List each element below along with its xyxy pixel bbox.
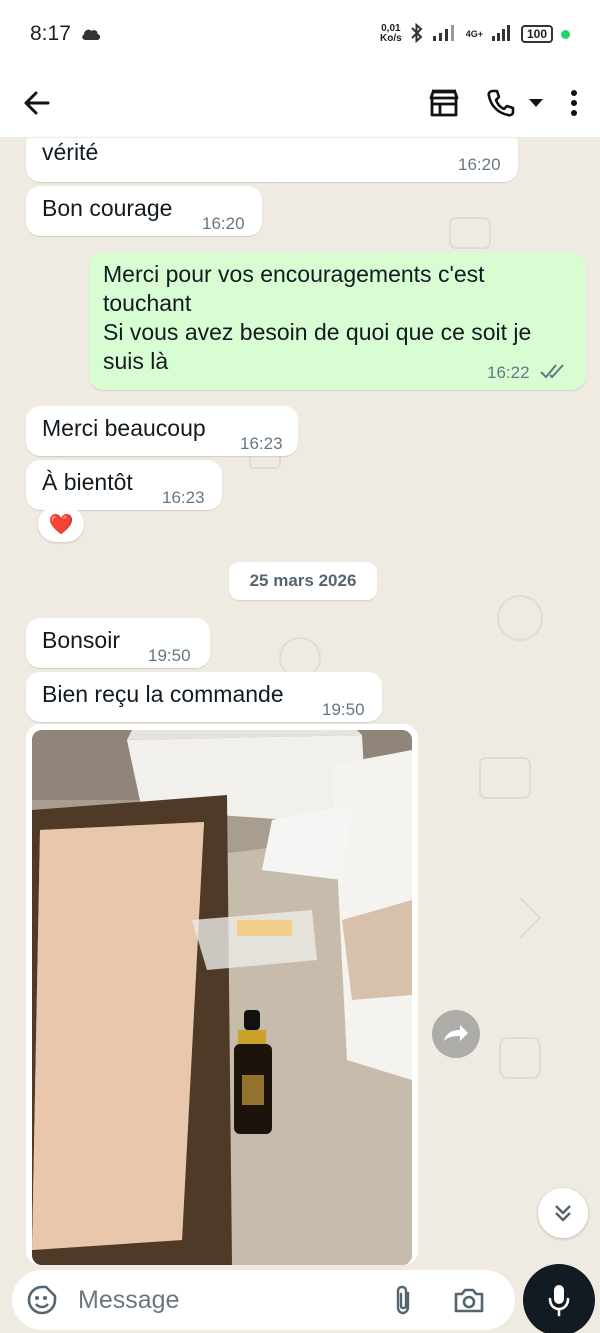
message-time: 16:20	[202, 214, 245, 233]
scroll-to-bottom-button[interactable]	[538, 1188, 588, 1238]
message-text: À bientôt	[42, 469, 133, 495]
photo-content[interactable]	[32, 730, 412, 1265]
chat-header	[0, 68, 600, 138]
arrow-left-icon[interactable]	[22, 88, 52, 118]
microphone-button[interactable]	[523, 1264, 595, 1333]
message-line: touchant	[103, 290, 192, 316]
net-speed: 0,01 Ko/s	[380, 24, 402, 44]
caret-down-icon[interactable]	[528, 98, 544, 108]
message-time: 16:20	[458, 155, 501, 174]
image-message[interactable]	[26, 724, 418, 1265]
reaction-badge[interactable]: ❤️	[38, 506, 84, 542]
header-actions	[428, 88, 578, 118]
message-composer: Message	[12, 1270, 515, 1330]
battery-indicator: 100	[520, 25, 553, 43]
storefront-icon[interactable]	[428, 88, 460, 118]
forward-icon	[444, 1025, 468, 1041]
message-text: Bon courage	[42, 195, 173, 221]
message-time: 16:23	[240, 434, 283, 453]
message-line: Si vous avez besoin de quoi que ce soit …	[103, 319, 532, 345]
kebab-menu-icon[interactable]	[570, 89, 578, 117]
status-indicators: 0,01 Ko/s 4G+ 100	[380, 22, 570, 46]
emoji-icon[interactable]	[26, 1284, 58, 1316]
message-text: Bonsoir	[42, 627, 120, 653]
date-separator: 25 mars 2026	[229, 562, 377, 600]
phone-icon[interactable]	[486, 88, 516, 118]
net-speed-unit: Ko/s	[380, 33, 402, 44]
message-time: 16:22	[487, 363, 530, 382]
status-time: 8:17	[30, 22, 71, 45]
cloud-icon	[81, 28, 101, 40]
message-text: vérité	[42, 139, 99, 165]
double-check-icon	[539, 358, 567, 387]
message-line: Merci pour vos encouragements c'est	[103, 261, 485, 287]
message-incoming[interactable]: Bien reçu la commande 19:50	[26, 672, 382, 722]
message-time: 19:50	[148, 646, 191, 665]
photo-illustration	[32, 730, 412, 1265]
message-outgoing[interactable]: Merci pour vos encouragements c'est touc…	[89, 252, 586, 390]
forward-button[interactable]	[432, 1010, 480, 1058]
message-incoming[interactable]: À bientôt 16:23	[26, 460, 222, 510]
message-line: suis là	[103, 348, 169, 374]
message-incoming[interactable]: vérité 16:20	[26, 138, 518, 182]
signal-icon-2	[491, 24, 513, 45]
bluetooth-icon	[410, 22, 424, 46]
signal-icon	[432, 24, 458, 45]
message-time: 19:50	[322, 700, 365, 719]
microphone-icon	[548, 1285, 570, 1317]
privacy-dot	[561, 29, 570, 39]
message-input[interactable]: Message	[78, 1286, 179, 1315]
message-text: Merci pour vos encouragements c'est touc…	[103, 260, 531, 376]
message-text: Bien reçu la commande	[42, 681, 284, 707]
chat-area[interactable]: vérité 16:20 Bon courage 16:20 Merci pou…	[0, 138, 600, 1265]
network-type: 4G+	[465, 29, 483, 39]
message-incoming[interactable]: Merci beaucoup 16:23	[26, 406, 298, 456]
message-incoming[interactable]: Bonsoir 19:50	[26, 618, 210, 668]
camera-icon[interactable]	[453, 1286, 485, 1314]
composer-actions	[393, 1284, 485, 1316]
paperclip-icon[interactable]	[393, 1284, 413, 1316]
double-chevron-down-icon	[555, 1205, 571, 1222]
status-bar: 8:17 0,01 Ko/s 4G+ 100	[0, 0, 600, 68]
message-text: Merci beaucoup	[42, 415, 206, 441]
message-time: 16:23	[162, 488, 205, 507]
message-incoming[interactable]: Bon courage 16:20	[26, 186, 262, 236]
heart-reaction: ❤️	[48, 513, 74, 536]
